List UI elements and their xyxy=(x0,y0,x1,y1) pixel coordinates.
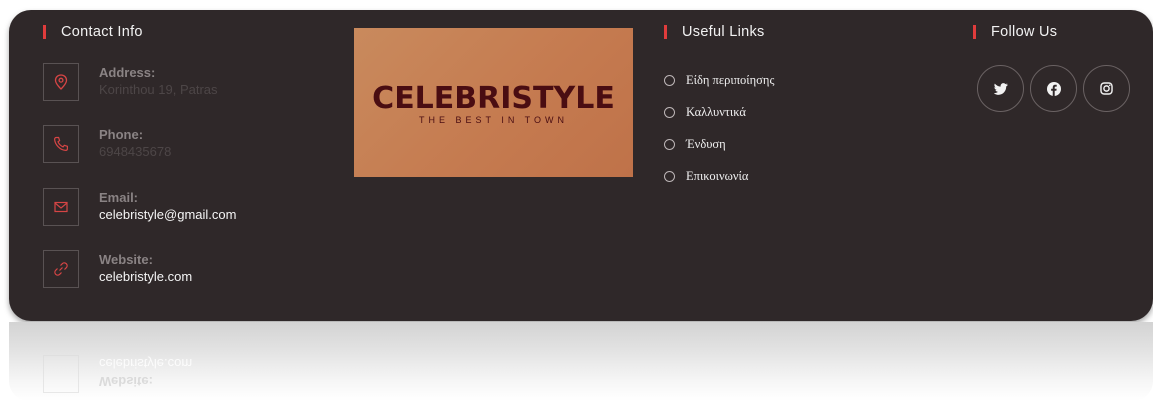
follow-us-heading: Follow Us xyxy=(973,24,1057,40)
website-value-reflection: celebristyle.com xyxy=(99,356,193,371)
twitter-button[interactable] xyxy=(977,65,1024,112)
useful-links-heading: Useful Links xyxy=(664,24,765,40)
instagram-icon xyxy=(1100,82,1113,95)
envelope-icon xyxy=(43,188,79,226)
circle-bullet-icon xyxy=(664,106,675,118)
heading-accent-bar xyxy=(973,25,976,39)
heading-accent-bar xyxy=(43,25,46,39)
circle-bullet-icon xyxy=(664,170,675,182)
phone-label: Phone: xyxy=(99,127,144,142)
website-label-reflection: Website: xyxy=(99,374,153,389)
phone-value[interactable]: 6948435678 xyxy=(99,143,171,161)
email-value[interactable]: celebristyle@gmail.com xyxy=(99,206,236,224)
link-item-cosmetics[interactable]: Καλλυντικά xyxy=(664,100,774,124)
address-value: Korinthou 19, Patras xyxy=(99,82,218,97)
website-value[interactable]: celebristyle.com xyxy=(99,268,192,286)
circle-bullet-icon xyxy=(664,138,675,150)
brand-logo[interactable]: CELEBRISTYLE THE BEST IN TOWN xyxy=(354,28,633,177)
footer: Contact Info Address: Korinthou 19, Patr… xyxy=(9,10,1153,321)
instagram-button[interactable] xyxy=(1083,65,1130,112)
link-icon-reflection xyxy=(43,355,79,393)
phone-icon xyxy=(43,125,79,163)
logo-tagline: THE BEST IN TOWN xyxy=(418,115,568,125)
contact-address: Address: Korinthou 19, Patras xyxy=(43,63,218,101)
link-icon xyxy=(43,250,79,288)
useful-links-list: Είδη περιποίησης Καλλυντικά Ένδυση Επικο… xyxy=(664,68,774,196)
logo-wordmark: CELEBRISTYLE xyxy=(372,81,615,116)
link-item-beauty-care[interactable]: Είδη περιποίησης xyxy=(664,68,774,92)
contact-website: Website: celebristyle.com xyxy=(43,250,192,288)
twitter-icon xyxy=(993,82,1008,95)
contact-email: Email: celebristyle@gmail.com xyxy=(43,188,236,226)
facebook-icon xyxy=(1046,81,1061,96)
heading-accent-bar xyxy=(664,25,667,39)
address-label: Address: xyxy=(99,65,156,80)
contact-info-heading: Contact Info xyxy=(43,24,143,40)
map-pin-icon xyxy=(43,63,79,101)
circle-bullet-icon xyxy=(664,74,675,86)
facebook-button[interactable] xyxy=(1030,65,1077,112)
website-label: Website: xyxy=(99,252,153,267)
footer-reflection: celebristyle.com Website: xyxy=(9,322,1153,401)
social-buttons xyxy=(977,65,1130,112)
link-item-clothing[interactable]: Ένδυση xyxy=(664,132,774,156)
link-item-contact[interactable]: Επικοινωνία xyxy=(664,164,774,188)
contact-phone: Phone: 6948435678 xyxy=(43,125,171,163)
email-label: Email: xyxy=(99,190,139,205)
